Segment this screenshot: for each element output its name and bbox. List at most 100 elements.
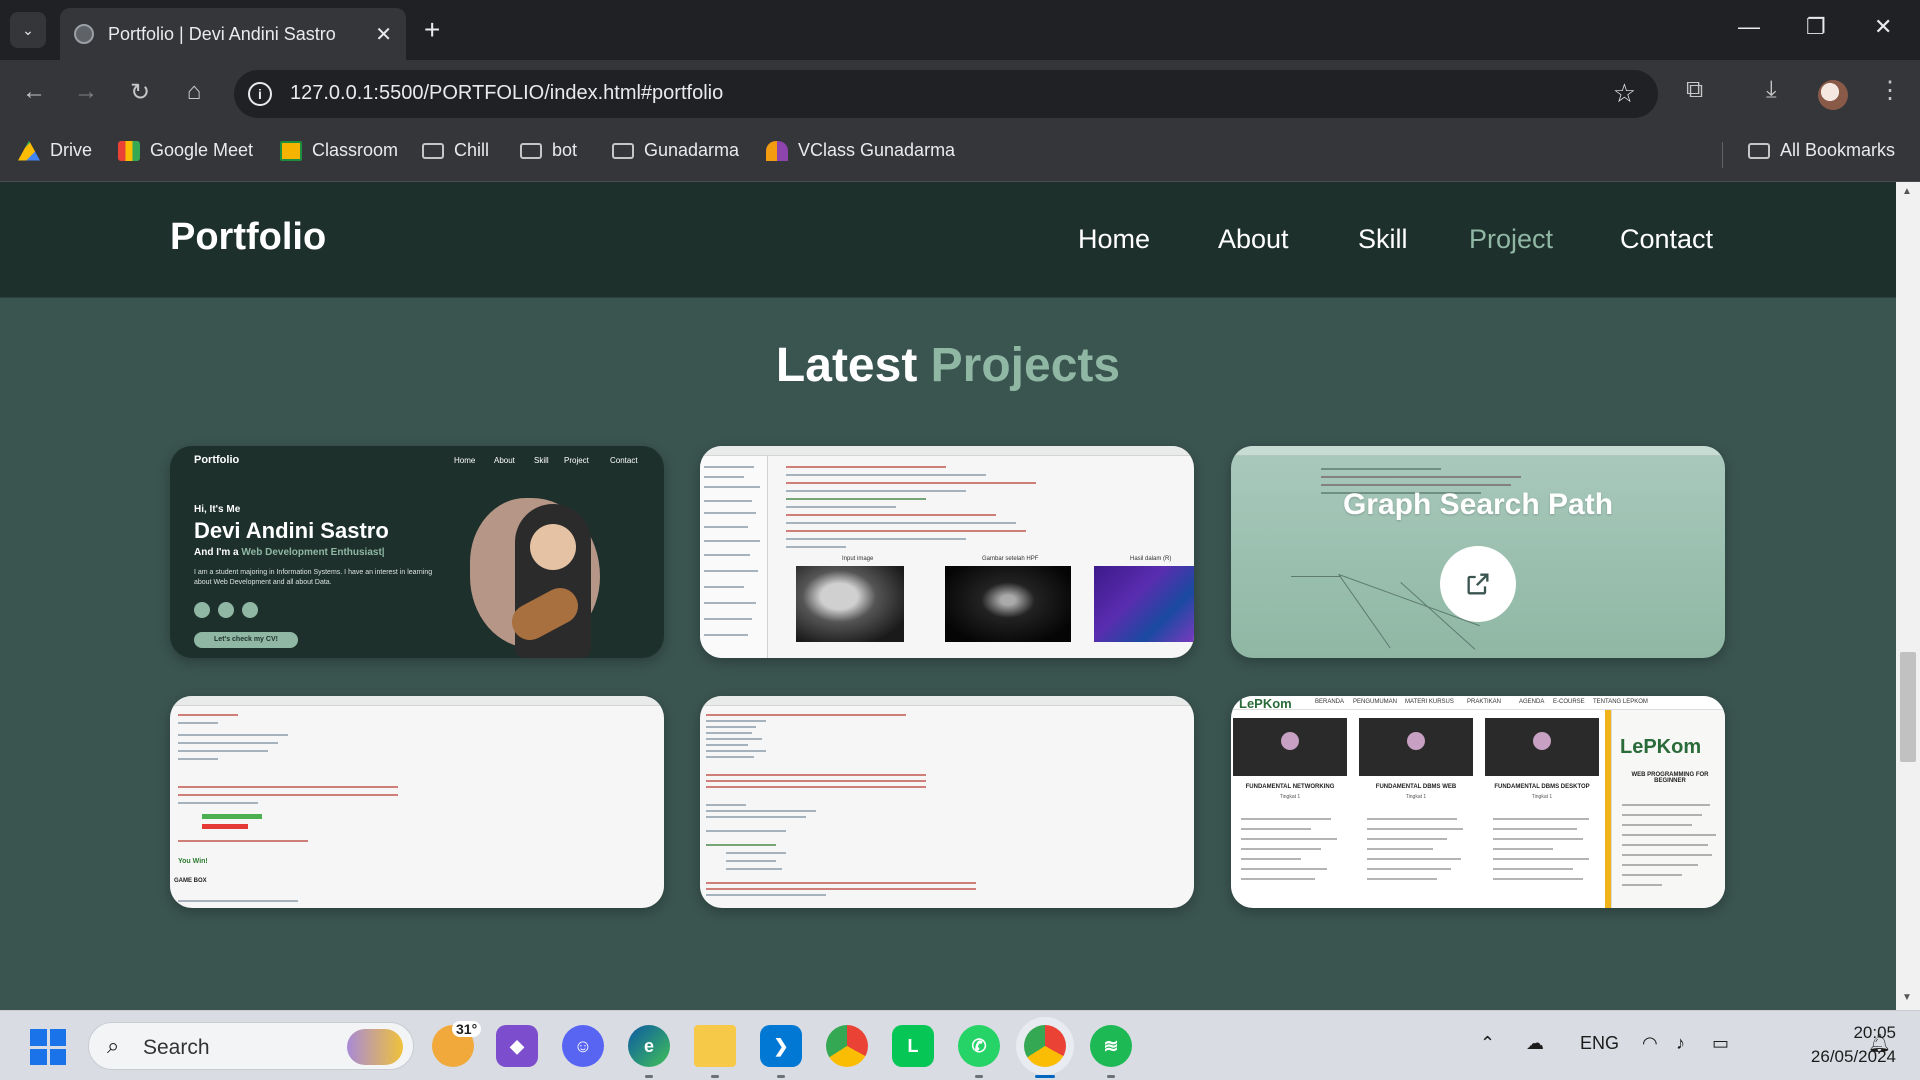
nav-contact[interactable]: Contact [1620, 224, 1713, 255]
extensions-icon[interactable]: ⧉ [1686, 76, 1703, 104]
whatsapp-icon[interactable]: ✆ [958, 1025, 1000, 1067]
bookmark-vclass[interactable]: VClass Gunadarma [766, 140, 955, 161]
code-line [786, 482, 1036, 484]
code-line [706, 780, 926, 782]
file-explorer-icon[interactable] [694, 1025, 736, 1067]
taskbar-search[interactable]: ⌕ Search [88, 1022, 414, 1070]
all-bookmarks-button[interactable]: All Bookmarks [1748, 140, 1895, 161]
external-link-button[interactable] [1440, 546, 1516, 622]
bookmark-google-meet[interactable]: Google Meet [118, 140, 253, 161]
nav-about[interactable]: About [1218, 224, 1289, 255]
code-line [704, 540, 760, 542]
close-window-button[interactable]: ✕ [1874, 14, 1892, 40]
running-indicator [975, 1075, 983, 1078]
project-card-lepkom[interactable]: LePKom BERANDA PENGUMUMAN MATERI KURSUS … [1231, 696, 1725, 908]
course-topic-line [1493, 828, 1577, 830]
project-card-portfolio[interactable]: Portfolio Home About Skill Project Conta… [170, 446, 664, 658]
back-button[interactable]: ← [18, 78, 50, 106]
project-card-algorithm[interactable] [700, 696, 1194, 908]
discord-icon[interactable]: ☺ [562, 1025, 604, 1067]
score-bar-bot [202, 824, 248, 829]
edge-icon[interactable]: e [628, 1025, 670, 1067]
chrome-icon[interactable] [1024, 1025, 1066, 1067]
site-info-icon[interactable]: i [248, 82, 272, 106]
notification-bell-icon[interactable]: 🔔︎ [1868, 1033, 1891, 1054]
code-line [178, 722, 218, 724]
code-line [786, 522, 1016, 524]
home-button[interactable]: ⌂ [178, 78, 210, 106]
bookmark-folder-gunadarma[interactable]: Gunadarma [612, 140, 739, 161]
language-indicator[interactable]: ENG [1580, 1033, 1619, 1054]
running-indicator [711, 1075, 719, 1078]
result-image [1094, 566, 1194, 642]
project-card-graph-search[interactable]: Graph Search Path [1231, 446, 1725, 658]
url-text[interactable]: 127.0.0.1:5500/PORTFOLIO/index.html#port… [290, 82, 723, 105]
onedrive-icon[interactable]: ☁ [1526, 1033, 1544, 1054]
wifi-icon[interactable]: ◠ [1642, 1033, 1658, 1054]
mini-nav-item: About [494, 456, 515, 465]
address-bar[interactable]: i 127.0.0.1:5500/PORTFOLIO/index.html#po… [234, 70, 1658, 118]
site-logo[interactable]: Portfolio [170, 216, 326, 259]
new-tab-button[interactable]: + [424, 14, 440, 46]
project-card-game[interactable]: You Win! GAME BOX [170, 696, 664, 908]
course-title: FUNDAMENTAL DBMS WEB [1375, 784, 1457, 790]
scroll-up-arrow[interactable]: ▲ [1902, 186, 1912, 197]
reload-button[interactable]: ↻ [124, 78, 156, 107]
side-topic-line [1622, 854, 1712, 856]
bookmark-classroom[interactable]: Classroom [280, 140, 398, 161]
course-video [1485, 718, 1599, 776]
tray-chevron-icon[interactable]: ⌃ [1480, 1033, 1495, 1054]
menu-kebab-icon[interactable]: ⋮ [1878, 76, 1902, 105]
course-topic-line [1241, 868, 1327, 870]
bookmark-folder-chill[interactable]: Chill [422, 140, 489, 161]
vscode-icon[interactable]: ❯ [760, 1025, 802, 1067]
side-topic-line [1622, 804, 1710, 806]
course-topic-line [1493, 838, 1583, 840]
course-video [1233, 718, 1347, 776]
minimize-button[interactable]: — [1738, 14, 1760, 40]
course-topic-line [1493, 858, 1589, 860]
volume-icon[interactable]: ♪ [1676, 1033, 1685, 1054]
bookmark-drive[interactable]: Drive [18, 140, 92, 161]
active-tab[interactable]: Portfolio | Devi Andini Sastro ✕ [60, 8, 406, 60]
forward-button[interactable]: → [70, 78, 102, 106]
tab-search-button[interactable]: ⌄ [10, 12, 46, 48]
download-icon[interactable]: ⤓ [1766, 76, 1777, 104]
external-link-icon [1467, 573, 1489, 595]
code-line [786, 466, 946, 468]
chrome-dev-icon[interactable] [826, 1025, 868, 1067]
code-line [178, 786, 398, 788]
tab-close-icon[interactable]: ✕ [375, 22, 392, 47]
scrollbar-thumb[interactable] [1900, 652, 1916, 762]
code-line [786, 498, 926, 500]
battery-icon[interactable]: ▭ [1712, 1033, 1729, 1054]
cv-button: Let's check my CV! [194, 632, 298, 648]
line-icon[interactable]: L [892, 1025, 934, 1067]
course-topic-line [1367, 858, 1461, 860]
restore-button[interactable]: ❐ [1806, 14, 1826, 40]
hpf-image [945, 566, 1071, 642]
profile-avatar[interactable] [1818, 80, 1848, 110]
bookmarks-bar: Drive Google Meet Classroom Chill bot Gu… [0, 128, 1920, 182]
nav-skill[interactable]: Skill [1358, 224, 1408, 255]
search-highlight-image [347, 1029, 403, 1065]
nav-home[interactable]: Home [1078, 224, 1150, 255]
code-line [786, 530, 1026, 532]
hero-role: And I'm a Web Development Enthusiast| [194, 547, 385, 558]
lepkom-menu-item: PENGUMUMAN [1353, 699, 1398, 705]
visual-studio-icon[interactable]: ◆ [496, 1025, 538, 1067]
scroll-down-arrow[interactable]: ▼ [1902, 992, 1912, 1003]
course-topic-line [1367, 838, 1447, 840]
code-line [704, 500, 752, 502]
project-card-image-processing[interactable]: Input image Gambar setelah HPF Hasil dal… [700, 446, 1194, 658]
bookmark-star-icon[interactable]: ☆ [1613, 78, 1636, 109]
lepkom-side-logo: LePKom [1620, 736, 1702, 758]
nav-project[interactable]: Project [1469, 224, 1553, 255]
running-indicator [777, 1075, 785, 1078]
code-line [178, 734, 288, 736]
page-scrollbar[interactable]: ▲ ▼ [1896, 182, 1920, 1010]
spotify-icon[interactable]: ≋ [1090, 1025, 1132, 1067]
windows-start-button[interactable] [30, 1029, 66, 1065]
mini-nav-item: Contact [610, 456, 638, 465]
bookmark-folder-bot[interactable]: bot [520, 140, 577, 161]
